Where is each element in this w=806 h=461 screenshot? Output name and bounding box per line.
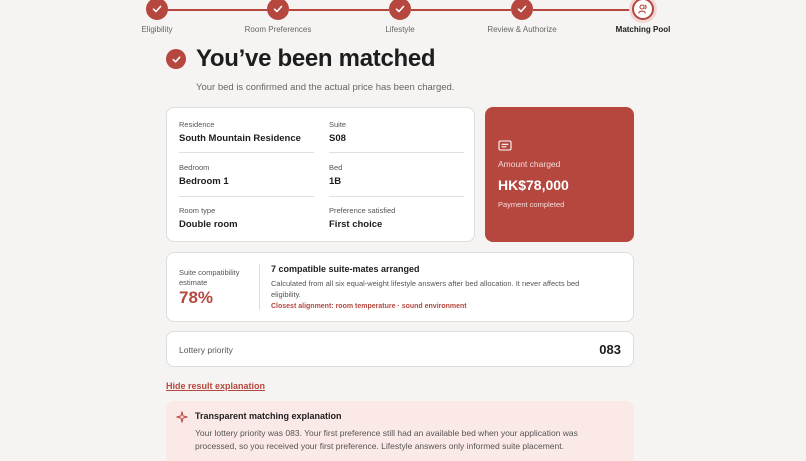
- step-label: Eligibility: [141, 25, 173, 34]
- receipt-icon: [498, 140, 512, 151]
- lottery-label: Lottery priority: [179, 345, 233, 355]
- step-room-preferences[interactable]: Room Preferences: [213, 0, 343, 34]
- detail-value: S08: [329, 133, 346, 144]
- detail-room-type: Room type Double room: [179, 206, 314, 230]
- detail-bedroom: Bedroom Bedroom 1: [179, 163, 314, 187]
- compatibility-description: Calculated from all six equal-weight lif…: [271, 279, 580, 300]
- lottery-priority-card: Lottery priority 083: [166, 331, 634, 367]
- row-divider: [329, 152, 464, 153]
- amount-charged-card: Amount charged HK$78,000 Payment complet…: [485, 107, 634, 242]
- row-divider: [179, 196, 314, 197]
- amount-label: Amount charged: [498, 159, 561, 169]
- check-icon: [511, 0, 533, 20]
- explanation-text: Your lottery priority was 083. Your firs…: [195, 428, 578, 452]
- detail-value: 1B: [329, 176, 342, 187]
- detail-label: Bedroom: [179, 163, 210, 172]
- payment-status: Payment completed: [498, 200, 565, 209]
- explanation-title: Transparent matching explanation: [195, 411, 342, 421]
- step-label: Review & Authorize: [487, 25, 557, 34]
- detail-label: Preference satisfied: [329, 206, 396, 215]
- suite-compatibility-card: Suite compatibility estimate 78% 7 compa…: [166, 252, 634, 322]
- check-icon: [267, 0, 289, 20]
- page-subtitle: Your bed is confirmed and the actual pri…: [196, 82, 455, 93]
- step-eligibility[interactable]: Eligibility: [92, 0, 222, 34]
- vertical-divider: [259, 264, 260, 310]
- step-label: Lifestyle: [385, 25, 415, 34]
- lottery-value: 083: [599, 342, 621, 357]
- progress-stepper: Eligibility Room Preferences Lifestyle R…: [0, 0, 806, 40]
- compatibility-label: Suite compatibility estimate: [179, 268, 240, 288]
- step-matching-pool[interactable]: Matching Pool: [578, 0, 708, 34]
- page-title: You’ve been matched: [196, 45, 436, 72]
- compatibility-value: 78%: [179, 288, 214, 307]
- detail-value: Double room: [179, 219, 238, 230]
- check-icon: [146, 0, 168, 20]
- detail-label: Bed: [329, 163, 343, 172]
- detail-label: Suite: [329, 120, 347, 129]
- detail-bed: Bed 1B: [329, 163, 464, 187]
- detail-suite: Suite S08: [329, 120, 464, 144]
- closest-alignment: Closest alignment: room temperature · so…: [271, 303, 467, 310]
- row-divider: [179, 152, 314, 153]
- detail-value: Bedroom 1: [179, 176, 229, 187]
- detail-label: Residence: [179, 120, 215, 129]
- check-circle-icon: [166, 49, 186, 69]
- people-icon: [632, 0, 654, 20]
- detail-residence: Residence South Mountain Residence: [179, 120, 314, 144]
- sparkle-icon: [176, 411, 188, 423]
- step-label: Room Preferences: [244, 25, 312, 34]
- step-review-authorize[interactable]: Review & Authorize: [457, 0, 587, 34]
- detail-value: First choice: [329, 219, 383, 230]
- detail-preference-satisfied: Preference satisfied First choice: [329, 206, 464, 230]
- allocation-details-card: Residence South Mountain Residence Suite…: [166, 107, 475, 242]
- check-icon: [389, 0, 411, 20]
- result-header: You’ve been matched Your bed is confirme…: [166, 45, 636, 93]
- step-label: Matching Pool: [615, 25, 671, 34]
- hide-explanation-link[interactable]: Hide result explanation: [166, 381, 265, 391]
- compatibility-title: 7 compatible suite-mates arranged: [271, 264, 420, 274]
- row-divider: [329, 196, 464, 197]
- detail-value: South Mountain Residence: [179, 133, 301, 144]
- amount-value: HK$78,000: [498, 177, 569, 193]
- matching-explanation-panel: Transparent matching explanation Your lo…: [166, 401, 634, 461]
- detail-label: Room type: [179, 206, 216, 215]
- step-lifestyle[interactable]: Lifestyle: [335, 0, 465, 34]
